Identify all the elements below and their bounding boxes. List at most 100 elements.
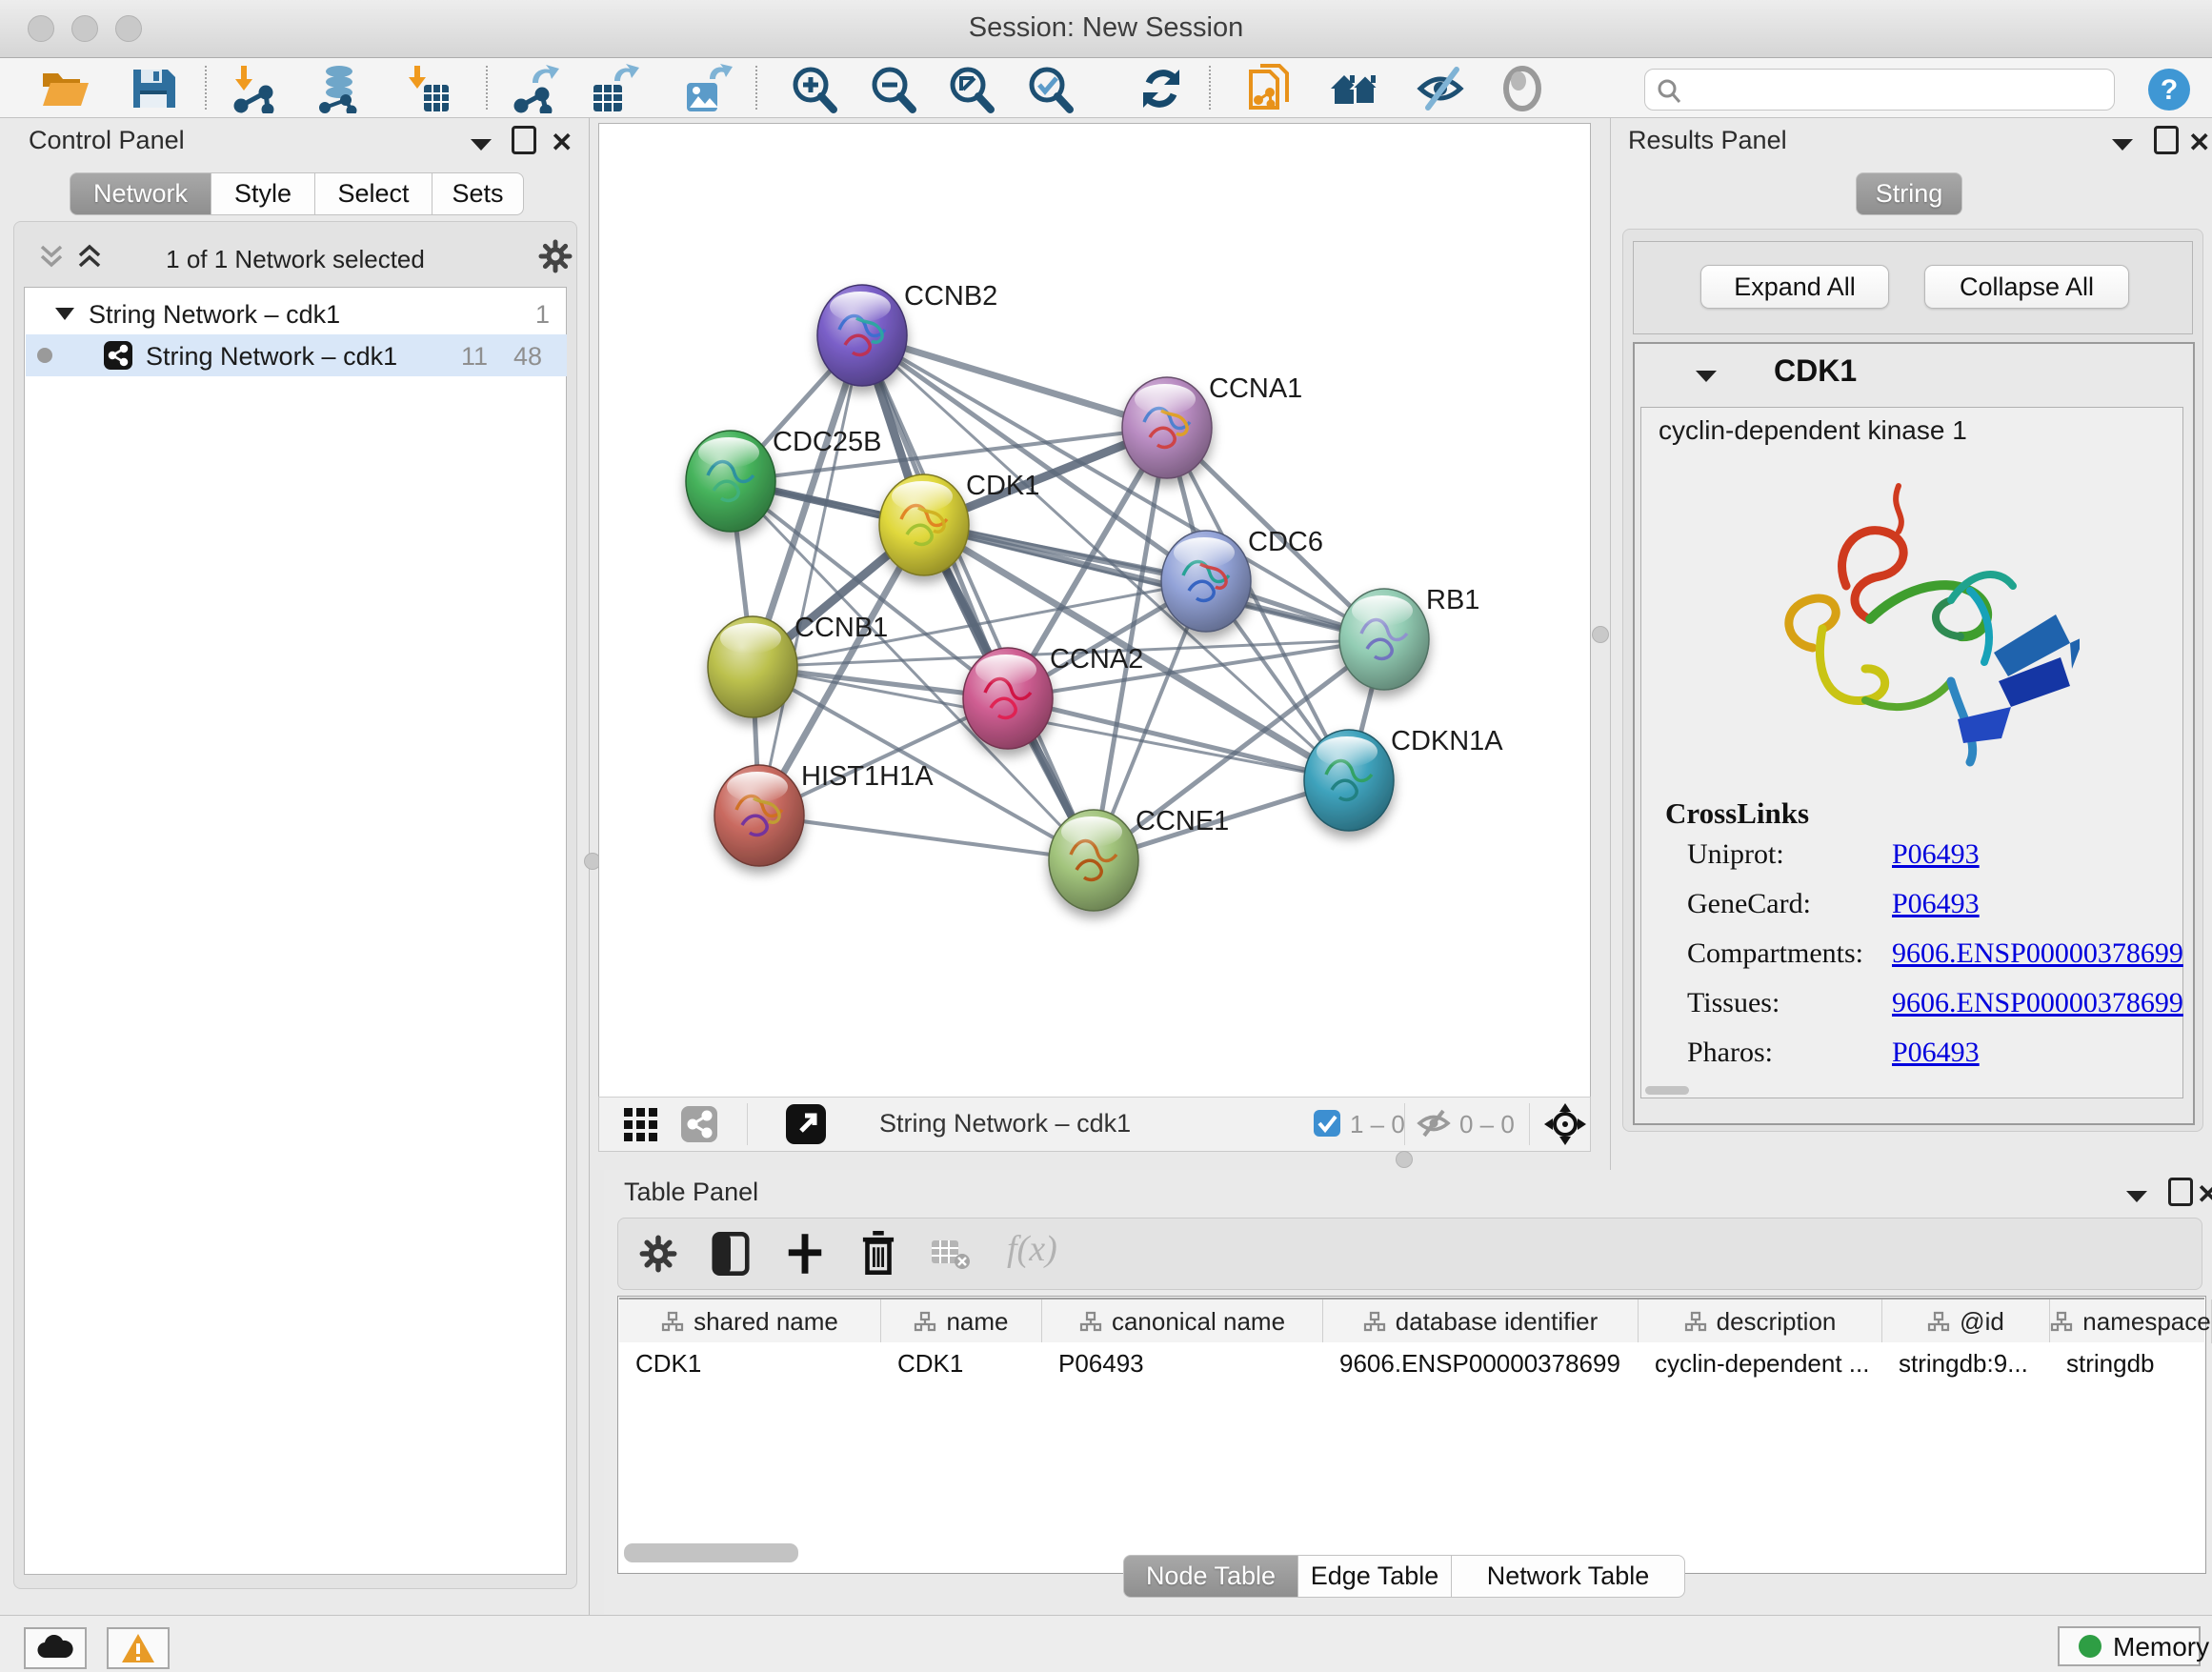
table-horizontal-scrollbar-thumb[interactable] bbox=[624, 1543, 798, 1562]
crosslink-label: Uniprot: bbox=[1687, 838, 1784, 871]
network-node-ccna1[interactable]: CCNA1 bbox=[1122, 373, 1302, 478]
warning-button[interactable] bbox=[107, 1627, 170, 1669]
collapse-all-button[interactable]: Collapse All bbox=[1924, 265, 2129, 309]
tab-style[interactable]: Style bbox=[211, 172, 315, 215]
tab-edge-table[interactable]: Edge Table bbox=[1297, 1555, 1452, 1598]
export-image-icon[interactable] bbox=[681, 64, 733, 113]
table-panel: Table Panel ✕ f(x) shared namenamecanoni… bbox=[604, 1170, 2212, 1615]
crosslink-value-link[interactable]: P06493 bbox=[1892, 1037, 1980, 1069]
column-header-shared-name[interactable]: shared name bbox=[619, 1299, 881, 1343]
node-label: HIST1H1A bbox=[801, 761, 934, 792]
help-icon[interactable]: ? bbox=[2147, 68, 2191, 111]
column-type-icon bbox=[1079, 1310, 1102, 1333]
search-input[interactable] bbox=[1687, 73, 2101, 104]
network-edge[interactable] bbox=[759, 335, 862, 816]
tab-network[interactable]: Network bbox=[70, 172, 211, 215]
tab-node-table[interactable]: Node Table bbox=[1123, 1555, 1298, 1598]
show-columns-icon[interactable] bbox=[712, 1232, 750, 1276]
network-collection-row[interactable]: String Network – cdk1 1 bbox=[26, 292, 567, 334]
expand-all-button[interactable]: Expand All bbox=[1700, 265, 1889, 309]
delete-column-icon[interactable] bbox=[860, 1231, 896, 1275]
tree-expander-icon[interactable] bbox=[54, 306, 75, 321]
network-node-hist1h1a[interactable]: HIST1H1A bbox=[714, 761, 934, 866]
import-table-icon[interactable] bbox=[399, 64, 451, 113]
export-network-icon[interactable] bbox=[510, 64, 561, 113]
table-cell[interactable]: CDK1 bbox=[619, 1342, 881, 1384]
cloud-button[interactable] bbox=[24, 1627, 87, 1669]
collapse-panel-icon[interactable] bbox=[469, 135, 493, 152]
refresh-icon[interactable] bbox=[1136, 64, 1187, 113]
tab-network-table[interactable]: Network Table bbox=[1451, 1555, 1685, 1598]
column-header-namespace[interactable]: namespace bbox=[2050, 1299, 2212, 1343]
export-table-icon[interactable] bbox=[588, 64, 639, 113]
entry-expander-icon[interactable] bbox=[1694, 367, 1719, 384]
float-panel-icon[interactable] bbox=[512, 126, 536, 154]
import-database-icon[interactable] bbox=[313, 64, 365, 113]
network-node-rb1[interactable]: RB1 bbox=[1339, 585, 1479, 690]
sphere-eye-icon[interactable] bbox=[1497, 64, 1548, 113]
column-header-canonical-name[interactable]: canonical name bbox=[1042, 1299, 1323, 1343]
memory-button[interactable]: Memory bbox=[2058, 1626, 2201, 1666]
horizontal-scrollbar-thumb[interactable] bbox=[1645, 1086, 1689, 1095]
zoom-selected-icon[interactable] bbox=[1024, 64, 1076, 113]
houses-icon[interactable] bbox=[1329, 64, 1380, 113]
network-edge[interactable] bbox=[862, 335, 1167, 428]
column-header-description[interactable]: description bbox=[1639, 1299, 1882, 1343]
table-cell[interactable]: stringdb bbox=[2050, 1342, 2212, 1384]
footer-separator bbox=[1404, 1103, 1405, 1145]
open-session-icon[interactable] bbox=[39, 64, 90, 113]
hide-eye-icon[interactable] bbox=[1415, 64, 1466, 113]
table-cell[interactable]: 9606.ENSP00000378699 bbox=[1323, 1342, 1639, 1384]
gear-icon[interactable] bbox=[538, 239, 573, 273]
detach-view-icon[interactable] bbox=[786, 1104, 826, 1144]
crosslink-value-link[interactable]: P06493 bbox=[1892, 888, 1980, 920]
share-view-icon[interactable] bbox=[681, 1106, 717, 1142]
crosslink-label: Pharos: bbox=[1687, 1037, 1773, 1069]
table-cell[interactable]: cyclin-dependent ... bbox=[1639, 1342, 1882, 1384]
close-panel-icon[interactable]: ✕ bbox=[2188, 127, 2210, 158]
column-header-name[interactable]: name bbox=[881, 1299, 1042, 1343]
zoom-fit-icon[interactable] bbox=[945, 64, 996, 113]
network-edge[interactable] bbox=[759, 816, 1094, 860]
zoom-out-icon[interactable] bbox=[867, 64, 918, 113]
crosslink-value-link[interactable]: 9606.ENSP00000378699 bbox=[1892, 987, 2183, 1019]
grid-view-icon[interactable] bbox=[623, 1107, 659, 1141]
memory-label: Memory bbox=[2113, 1632, 2209, 1662]
zoom-in-icon[interactable] bbox=[788, 64, 839, 113]
column-header-database-identifier[interactable]: database identifier bbox=[1323, 1299, 1639, 1343]
bottom-splitter-handle[interactable] bbox=[1396, 1151, 1413, 1168]
column-header--id[interactable]: @id bbox=[1882, 1299, 2050, 1343]
search-field[interactable] bbox=[1644, 69, 2115, 111]
network-node-ccne1[interactable]: CCNE1 bbox=[1049, 806, 1229, 911]
close-panel-icon[interactable]: ✕ bbox=[2197, 1178, 2212, 1210]
collapse-panel-icon[interactable] bbox=[2110, 135, 2135, 152]
network-graph[interactable]: CCNB2CCNA1CDC25BCDK1CDC6RB1CCNB1CCNA2CDK… bbox=[604, 127, 1589, 1096]
crosslink-value-link[interactable]: 9606.ENSP00000378699 bbox=[1892, 937, 2183, 970]
network-node-cdc25b[interactable]: CDC25B bbox=[686, 427, 881, 532]
float-panel-icon[interactable] bbox=[2154, 126, 2179, 154]
table-cell[interactable]: CDK1 bbox=[881, 1342, 1042, 1384]
tab-select[interactable]: Select bbox=[314, 172, 432, 215]
close-panel-icon[interactable]: ✕ bbox=[551, 127, 573, 158]
hidden-eye-icon[interactable] bbox=[1417, 1109, 1451, 1138]
collapse-panel-icon[interactable] bbox=[2124, 1187, 2149, 1204]
save-session-icon[interactable] bbox=[128, 64, 179, 113]
network-node-ccnb1[interactable]: CCNB1 bbox=[708, 613, 888, 717]
network-row[interactable]: String Network – cdk1 11 48 bbox=[26, 334, 567, 376]
crosslink-value-link[interactable]: P06493 bbox=[1892, 838, 1980, 871]
table-cell[interactable]: stringdb:9... bbox=[1882, 1342, 2050, 1384]
birdseye-navigator-icon[interactable] bbox=[1544, 1103, 1586, 1145]
selected-checkbox-icon[interactable] bbox=[1314, 1110, 1340, 1137]
table-cell[interactable]: P06493 bbox=[1042, 1342, 1323, 1384]
column-label: database identifier bbox=[1396, 1307, 1598, 1337]
string-document-icon[interactable] bbox=[1243, 64, 1295, 113]
right-splitter-handle[interactable] bbox=[1592, 626, 1609, 643]
add-column-icon[interactable] bbox=[786, 1232, 824, 1276]
crosslink-label: Compartments: bbox=[1687, 937, 1863, 970]
gear-icon[interactable] bbox=[639, 1235, 677, 1273]
tab-sets[interactable]: Sets bbox=[432, 172, 524, 215]
network-node-cdkn1a[interactable]: CDKN1A bbox=[1304, 726, 1503, 831]
import-network-icon[interactable] bbox=[228, 64, 279, 113]
tab-string[interactable]: String bbox=[1856, 172, 1962, 215]
float-panel-icon[interactable] bbox=[2168, 1178, 2193, 1206]
